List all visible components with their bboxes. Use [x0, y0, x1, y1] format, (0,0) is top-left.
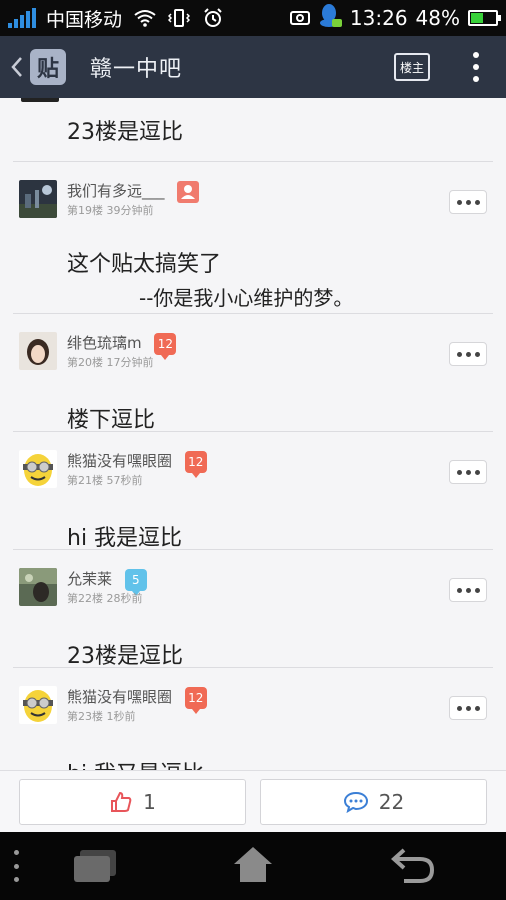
- status-bar: 中国移动 13:26 48%: [0, 0, 506, 36]
- list-item: 允茉莱 5 第22楼 28秒前 23楼是逗比: [13, 550, 493, 669]
- app-header: 贴 赣一中吧 楼主: [0, 36, 506, 98]
- comment-icon: [343, 791, 368, 814]
- avatar[interactable]: [21, 98, 59, 102]
- system-nav-bar: [0, 832, 506, 900]
- screenshot-icon: [289, 6, 310, 30]
- post-more-button[interactable]: [449, 342, 487, 366]
- user-icon: [177, 180, 200, 203]
- post-more-button[interactable]: [449, 460, 487, 484]
- back-chevron-icon[interactable]: [10, 55, 24, 79]
- username[interactable]: 允茉莱 5: [67, 568, 147, 596]
- avatar[interactable]: [19, 568, 57, 606]
- username[interactable]: 绯色琉璃m 12: [67, 332, 177, 360]
- level-badge: 12: [184, 450, 207, 478]
- battery-icon: [468, 10, 501, 26]
- alarm-icon: [202, 7, 224, 29]
- post-list[interactable]: 23楼是逗比 我们有多远___ 第19楼 39分钟前 这个贴太搞笑了 --你是我…: [0, 98, 506, 770]
- avatar[interactable]: [19, 332, 57, 370]
- thumbs-up-icon: [111, 791, 132, 812]
- list-item: 绯色琉璃m 12 第20楼 17分钟前 楼下逗比: [13, 314, 493, 433]
- avatar[interactable]: [19, 450, 57, 488]
- recent-apps-icon[interactable]: [72, 848, 118, 882]
- username[interactable]: 熊猫没有嘿眼圈 12: [67, 450, 207, 478]
- post-body: hi 我又是逗比: [13, 716, 493, 770]
- menu-dots-icon[interactable]: [14, 850, 20, 882]
- level-badge: 12: [184, 686, 207, 714]
- home-icon[interactable]: [232, 844, 274, 884]
- like-count: 1: [143, 790, 156, 814]
- carrier-label: 中国移动: [46, 8, 123, 31]
- overflow-menu-icon[interactable]: [472, 52, 480, 82]
- post-action-bar: 1 22: [0, 770, 506, 832]
- post-meta: 第22楼 28秒前: [67, 592, 143, 605]
- post-signature: --你是我小心维护的梦。: [139, 286, 354, 310]
- like-button[interactable]: 1: [19, 779, 246, 825]
- list-item: 我们有多远___ 第19楼 39分钟前 这个贴太搞笑了 --你是我小心维护的梦。: [13, 162, 493, 314]
- comment-count: 22: [378, 790, 405, 814]
- signal-icon: [8, 8, 36, 28]
- username[interactable]: 我们有多远___: [67, 180, 200, 203]
- tieba-logo-icon[interactable]: 贴: [30, 49, 66, 85]
- clock-time: 13:26: [349, 6, 408, 30]
- avatar[interactable]: [19, 180, 57, 218]
- list-item: 熊猫没有嘿眼圈 12 第23楼 1秒前 hi 我又是逗比: [13, 668, 493, 770]
- post-meta: 第21楼 57秒前: [67, 474, 143, 487]
- forum-title: 赣一中吧: [90, 57, 183, 82]
- post-more-button[interactable]: [449, 578, 487, 602]
- avatar[interactable]: [19, 686, 57, 724]
- op-only-button[interactable]: 楼主: [394, 53, 430, 81]
- post-meta: 第20楼 17分钟前: [67, 356, 154, 369]
- level-badge: 12: [154, 332, 177, 360]
- post-body: 23楼是逗比: [67, 120, 183, 145]
- post-more-button[interactable]: [449, 696, 487, 720]
- post-more-button[interactable]: [449, 190, 487, 214]
- list-item: 23楼是逗比: [13, 98, 493, 162]
- level-badge: 5: [124, 568, 147, 596]
- qq-icon: [318, 3, 342, 34]
- list-item: 熊猫没有嘿眼圈 12 第21楼 57秒前 hi 我是逗比: [13, 432, 493, 551]
- post-meta: 第23楼 1秒前: [67, 710, 136, 723]
- vibrate-icon: [168, 7, 191, 29]
- wifi-icon: [134, 7, 156, 29]
- post-meta: 第19楼 39分钟前: [67, 204, 154, 217]
- comment-button[interactable]: 22: [260, 779, 487, 825]
- back-icon[interactable]: [390, 846, 436, 884]
- username[interactable]: 熊猫没有嘿眼圈 12: [67, 686, 207, 714]
- post-body: 这个贴太搞笑了: [67, 252, 222, 277]
- battery-percent: 48%: [415, 6, 460, 30]
